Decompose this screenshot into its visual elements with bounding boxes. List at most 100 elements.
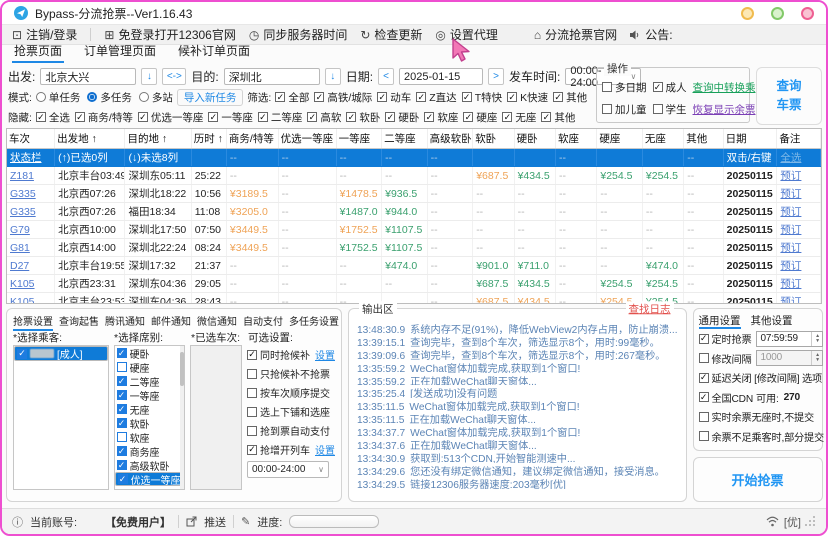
resize-grip[interactable] (806, 517, 816, 527)
checkbox-软座[interactable]: ✓软座 (424, 110, 458, 125)
column-header-软座[interactable]: 软座 (555, 129, 596, 149)
mode-radio-多任务[interactable]: 多任务 (87, 90, 132, 105)
column-header-出发地 ↑[interactable]: 出发地 ↑ (55, 129, 125, 149)
seat-item-二等座[interactable]: ✓二等座 (115, 374, 185, 388)
book-link[interactable]: 预订 (780, 206, 801, 218)
setting-余票不足乘客时,部分提交[interactable]: 余票不足乘客时,部分提交 (699, 427, 817, 447)
checkbox-学生[interactable]: 学生 (653, 102, 687, 117)
seat-item-软座[interactable]: 软座 (115, 430, 185, 444)
date-prev-button[interactable]: < (378, 68, 394, 85)
query-ticket-button[interactable]: 查询 车票 (756, 67, 822, 125)
mode-radio-多站[interactable]: 多站 (139, 90, 173, 105)
train-row[interactable]: D27北京丰台19:55深圳17:3221:37------¥474.0--¥9… (7, 257, 821, 275)
start-grab-button[interactable]: 开始抢票 (726, 469, 790, 490)
from-dropdown-button[interactable]: ↓ (141, 68, 157, 85)
column-header-硬座[interactable]: 硬座 (597, 129, 643, 149)
checkbox-其他[interactable]: ✓其他 (553, 90, 587, 105)
checkbox-无座[interactable]: ✓无座 (502, 110, 536, 125)
train-link[interactable]: G81 (10, 242, 30, 254)
checkbox-硬卧[interactable]: ✓硬卧 (385, 110, 419, 125)
seat-item-高级软卧[interactable]: ✓高级软卧 (115, 458, 185, 472)
status-bar-link[interactable]: 状态栏 (10, 152, 42, 164)
column-header-优选一等座[interactable]: 优选一等座 (278, 129, 336, 149)
train-link[interactable]: K105 (10, 296, 35, 305)
column-header-日期[interactable]: 日期 (723, 129, 777, 149)
book-link[interactable]: 预订 (780, 224, 801, 236)
task-tab-3[interactable]: 邮件通知 (151, 313, 191, 331)
train-row[interactable]: Z181北京丰台03:49深圳东05:1125:22----------¥687… (7, 167, 821, 185)
to-dropdown-button[interactable]: ↓ (325, 68, 341, 85)
page-tab-1[interactable]: 订单管理页面 (82, 42, 158, 63)
setting-实时余票无座时,不提交[interactable]: 实时余票无座时,不提交 (699, 407, 817, 427)
toolbar-item-0[interactable]: ⊡注销/登录 (12, 26, 77, 43)
column-header-商务/特等[interactable]: 商务/特等 (226, 129, 278, 149)
checkbox-高铁/城际[interactable]: ✓高铁/城际 (314, 90, 372, 105)
train-row[interactable]: G79北京西10:00深圳北17:5007:50¥3449.5--¥1752.5… (7, 221, 821, 239)
column-header-车次[interactable]: 车次 (7, 129, 55, 149)
page-tab-0[interactable]: 抢票页面 (12, 42, 64, 63)
train-row[interactable]: K105北京西23:31深圳东04:3629:05----------¥687.… (7, 275, 821, 293)
toolbar-item-3[interactable]: ↻检查更新 (360, 26, 422, 43)
task-tab-6[interactable]: 多任务设置 (289, 313, 339, 331)
checkbox-加儿童[interactable]: 加儿童 (602, 102, 647, 117)
toolbar-item-1[interactable]: ⊞免登录打开12306官网 (104, 26, 235, 43)
column-header-历时 ↑[interactable]: 历时 ↑ (191, 129, 226, 149)
start-grab-box[interactable]: 开始抢票 (693, 457, 823, 502)
column-header-硬卧[interactable]: 硬卧 (514, 129, 555, 149)
setting-修改间隔[interactable]: 修改间隔1000▲▼ (699, 349, 817, 369)
book-link[interactable]: 预订 (780, 170, 801, 182)
link-查询中转换乘[interactable]: 查询中转换乘 (693, 80, 756, 95)
seat-scrollbar-thumb[interactable] (180, 352, 184, 386)
book-link[interactable]: 预订 (780, 296, 801, 304)
option-按车次顺序提交[interactable]: 按车次顺序提交 (247, 383, 335, 402)
checkbox-其他[interactable]: ✓其他 (541, 110, 575, 125)
seat-item-软卧[interactable]: ✓软卧 (115, 416, 185, 430)
task-tab-0[interactable]: 抢票设置 (13, 313, 53, 331)
option-同时抢候补[interactable]: ✓同时抢候补设置 (247, 345, 335, 364)
page-tab-2[interactable]: 候补订单页面 (176, 42, 252, 63)
column-header-软卧[interactable]: 软卧 (473, 129, 514, 149)
column-header-其他[interactable]: 其他 (684, 129, 723, 149)
settings-link[interactable]: 设置 (315, 347, 335, 362)
column-header-备注[interactable]: 备注 (777, 129, 821, 149)
seat-item-优选一等座[interactable]: ✓优选一等座 (115, 472, 185, 486)
spinner-arrows[interactable]: ▲▼ (811, 332, 822, 346)
train-link[interactable]: K105 (10, 278, 35, 290)
seat-item-硬座[interactable]: 硬座 (115, 360, 185, 374)
column-header-一等座[interactable]: 一等座 (336, 129, 382, 149)
swap-stations-button[interactable]: <-> (162, 68, 186, 85)
seat-list[interactable]: ✓硬卧硬座✓二等座✓一等座✓无座✓软卧软座✓商务座✓高级软卧✓优选一等座 (114, 345, 186, 490)
task-tab-5[interactable]: 自动支付 (243, 313, 283, 331)
column-header-目的地 ↑[interactable]: 目的地 ↑ (125, 129, 191, 149)
checkbox-Z直达[interactable]: ✓Z直达 (416, 90, 456, 105)
toolbar-item-2[interactable]: ◷同步服务器时间 (249, 26, 348, 43)
book-link[interactable]: 预订 (780, 188, 801, 200)
train-link[interactable]: G335 (10, 188, 36, 200)
checkbox-全选[interactable]: ✓全选 (36, 110, 70, 125)
toolbar-item-5[interactable]: ⌂分流抢票官网 (534, 26, 617, 43)
train-row[interactable]: G335北京西07:26福田18:3411:08¥3205.0--¥1487.0… (7, 203, 821, 221)
checkbox-K快速[interactable]: ✓K快速 (507, 90, 548, 105)
book-link[interactable]: 预订 (780, 260, 801, 272)
passenger-item[interactable]: ✓[成人] (14, 346, 108, 361)
push-label[interactable]: 推送 (204, 514, 226, 530)
import-task-button[interactable]: 导入新任务 (177, 89, 244, 106)
close-button[interactable] (801, 7, 814, 20)
option-只抢候补不抢票[interactable]: 只抢候补不抢票 (247, 364, 335, 383)
checkbox-多日期[interactable]: 多日期 (602, 80, 647, 95)
seat-scrollbar[interactable] (180, 346, 184, 489)
status-row[interactable]: 状态栏(↑)已选0列(↓)未选8列--------------双击/右键全选 (7, 149, 821, 167)
date-input[interactable] (399, 68, 483, 85)
train-link[interactable]: D27 (10, 260, 29, 272)
from-input[interactable] (40, 68, 136, 85)
task-tab-1[interactable]: 查询起售 (59, 313, 99, 331)
to-input[interactable] (224, 68, 320, 85)
column-header-高级软卧[interactable]: 高级软卧 (427, 129, 473, 149)
seat-item-一等座[interactable]: ✓一等座 (115, 388, 185, 402)
selected-trains-list[interactable] (190, 345, 242, 490)
train-row[interactable]: K105北京丰台23:53深圳东04:3628:43----------¥687… (7, 293, 821, 305)
train-link[interactable]: Z181 (10, 170, 34, 182)
link-恢复显示余票[interactable]: 恢复显示余票 (693, 102, 756, 117)
find-log-link[interactable]: 查找日志 (626, 301, 674, 316)
option-抢增开列车[interactable]: ✓抢增开列车设置 (247, 440, 335, 459)
